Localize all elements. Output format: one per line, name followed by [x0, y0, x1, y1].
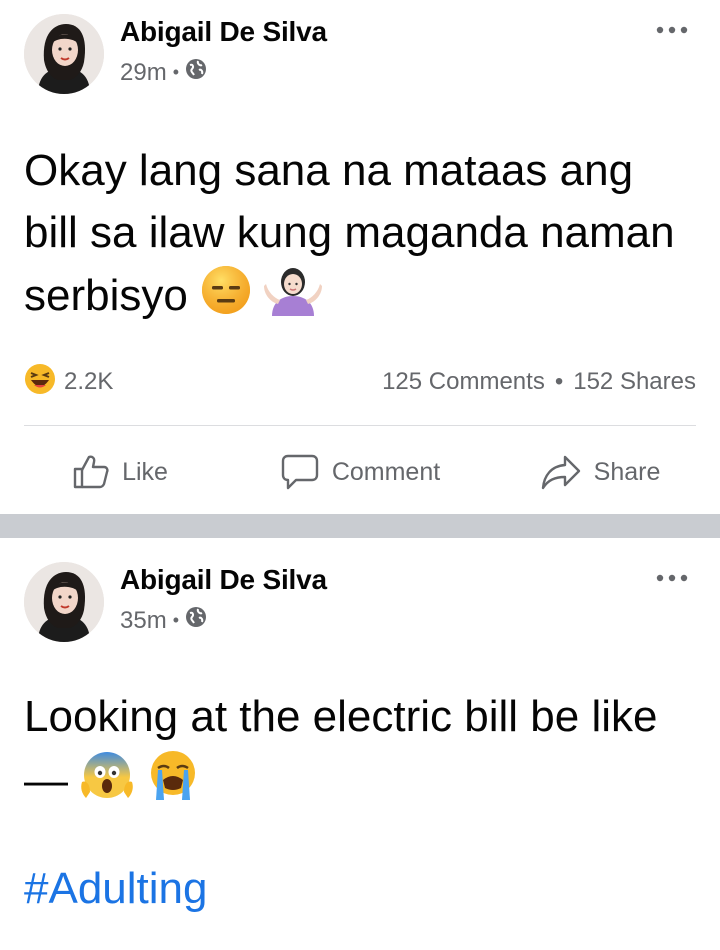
author-name[interactable]: Abigail De Silva [120, 564, 327, 596]
post-stats: 2.2K 125 Comments • 152 Shares [24, 360, 696, 404]
avatar[interactable] [24, 14, 104, 94]
like-label: Like [122, 457, 168, 486]
face-screaming-in-fear-icon [80, 748, 134, 819]
engagement-counts: 125 Comments • 152 Shares [382, 368, 696, 396]
reactions-summary[interactable]: 2.2K [24, 363, 113, 402]
comment-icon [280, 453, 320, 491]
globe-icon [185, 58, 207, 87]
shares-count[interactable]: 152 Shares [573, 368, 696, 396]
woman-shrugging-icon [264, 264, 323, 333]
share-arrow-icon [540, 453, 582, 491]
post-text: Okay lang sana na mataas ang bill sa ila… [24, 140, 696, 333]
share-label: Share [593, 457, 661, 486]
stats-separator: • [554, 368, 564, 395]
like-button[interactable]: Like [0, 440, 240, 504]
loudly-crying-face-icon [146, 748, 200, 819]
post-time[interactable]: 35m [120, 607, 167, 635]
post-meta: 35m • [120, 606, 207, 635]
post-meta: 29m • [120, 58, 207, 87]
post-2: Abigail De Silva 35m • Looking at the el… [0, 538, 720, 950]
share-button[interactable]: Share [480, 440, 720, 504]
post-separator [0, 514, 720, 538]
laughing-face-icon [24, 363, 56, 402]
comments-count[interactable]: 125 Comments [382, 368, 545, 396]
avatar[interactable] [24, 562, 104, 642]
meta-separator: • [172, 610, 179, 630]
action-bar: Like Comment Share [0, 440, 720, 504]
post-time[interactable]: 29m [120, 59, 167, 87]
globe-icon [185, 606, 207, 635]
author-name[interactable]: Abigail De Silva [120, 16, 327, 48]
post-text: Looking at the electric bill be like — [24, 686, 664, 819]
more-options-icon[interactable] [654, 568, 690, 588]
comment-label: Comment [331, 457, 441, 486]
thumbs-up-icon [72, 453, 110, 491]
post-text-content: Okay lang sana na mataas ang bill sa ila… [24, 146, 675, 321]
more-options-icon[interactable] [654, 20, 690, 40]
divider [24, 425, 696, 426]
reaction-count: 2.2K [64, 368, 114, 395]
post-1: Abigail De Silva 29m • Okay lang sana na… [0, 0, 720, 514]
comment-button[interactable]: Comment [240, 440, 480, 504]
hashtag-link[interactable]: #Adulting [24, 864, 207, 914]
meta-separator: • [172, 62, 179, 82]
expressionless-face-icon [200, 264, 252, 333]
